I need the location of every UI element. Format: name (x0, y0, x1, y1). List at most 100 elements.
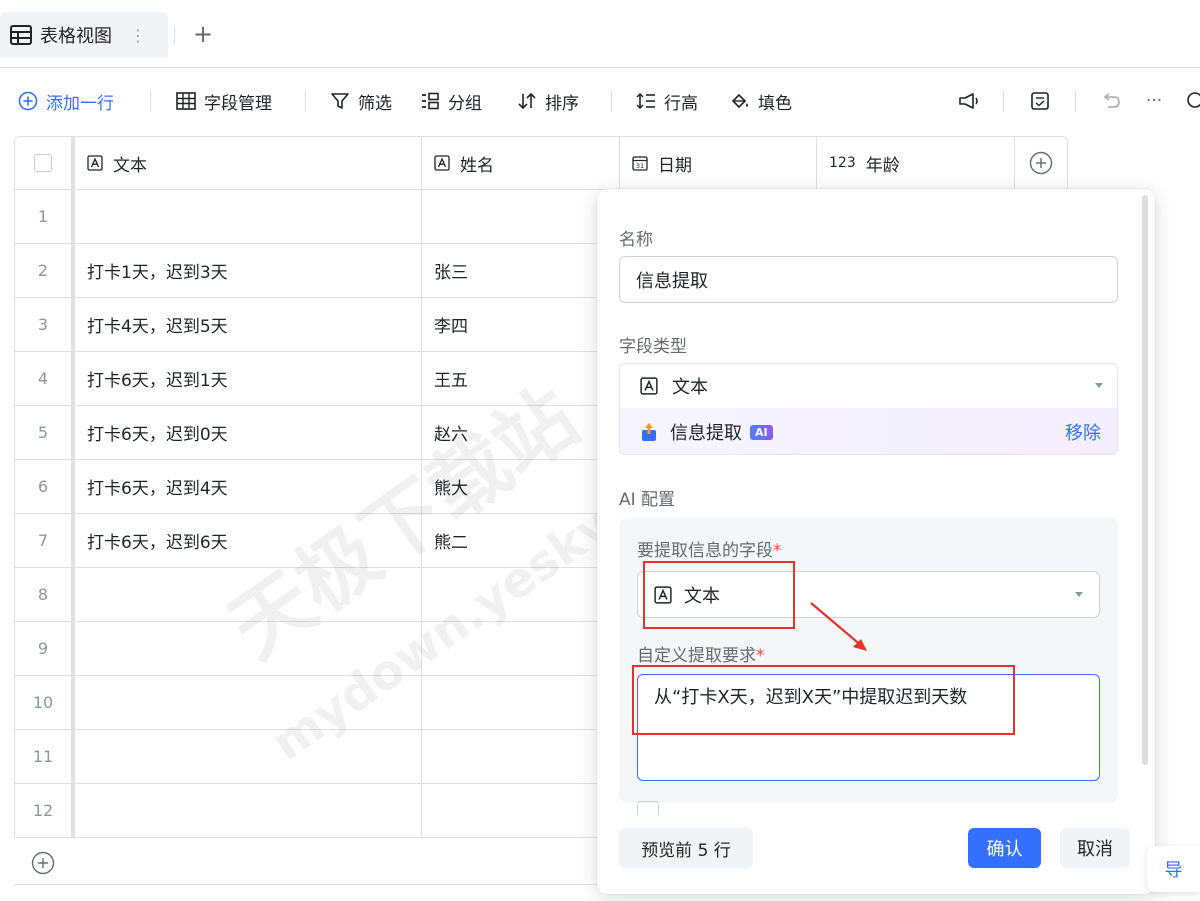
plus-circle-icon (31, 851, 55, 875)
column-header-date[interactable]: 31 日期 (620, 136, 817, 190)
cell-name[interactable]: 李四 (422, 298, 620, 351)
column-header-name[interactable]: 姓名 (422, 136, 620, 190)
row-number: 3 (14, 298, 72, 351)
cell-name[interactable]: 熊二 (422, 514, 620, 567)
form-button[interactable] (1030, 88, 1050, 114)
cell-name[interactable] (422, 190, 620, 243)
column-label: 文本 (113, 155, 147, 176)
field-type-value: 文本 (672, 377, 708, 398)
source-field-label-text: 要提取信息的字段 (637, 541, 773, 561)
add-column-header (1015, 136, 1068, 190)
cell-text[interactable]: 打卡4天，迟到5天 (72, 298, 422, 351)
cell-name[interactable] (422, 784, 620, 837)
add-view-button[interactable]: + (193, 20, 213, 48)
remove-button[interactable]: 移除 (1065, 419, 1101, 445)
cell-text[interactable] (72, 730, 422, 783)
group-icon (420, 92, 440, 110)
chevron-down-icon (1095, 383, 1103, 388)
requirement-label-text: 自定义提取要求 (637, 646, 756, 666)
cancel-button[interactable]: 取消 (1060, 828, 1130, 868)
divider (611, 90, 612, 112)
field-name-input[interactable]: 信息提取 (619, 256, 1118, 303)
scrollbar[interactable] (1142, 195, 1148, 765)
requirement-label: 自定义提取要求* (637, 641, 765, 666)
sort-button[interactable]: 排序 (517, 88, 579, 114)
cell-name[interactable]: 赵六 (422, 406, 620, 459)
row-number: 1 (14, 190, 72, 243)
field-type-select[interactable]: 文本 (620, 364, 1117, 408)
cell-text[interactable] (72, 190, 422, 243)
view-more-icon[interactable]: ⋮ (130, 26, 146, 45)
search-button[interactable] (1186, 88, 1200, 114)
row-number: 11 (14, 730, 72, 783)
row-height-button[interactable]: 行高 (636, 88, 698, 114)
undo-button[interactable] (1100, 88, 1122, 114)
cell-text[interactable]: 打卡6天，迟到0天 (72, 406, 422, 459)
view-tab-bar: 表格视图 ⋮ + (0, 0, 1200, 68)
cell-name[interactable]: 张三 (422, 244, 620, 297)
cell-name[interactable] (422, 622, 620, 675)
cell-text[interactable] (72, 784, 422, 837)
column-label: 姓名 (460, 155, 494, 176)
row-number: 8 (14, 568, 72, 621)
undo-icon (1100, 92, 1122, 110)
add-row-label: 添加一行 (46, 93, 114, 114)
filter-button[interactable]: 筛选 (330, 88, 392, 114)
ai-config-label: AI 配置 (619, 490, 676, 510)
arrow-icon (810, 602, 867, 651)
cell-text[interactable] (72, 622, 422, 675)
divider (174, 26, 175, 44)
divider (597, 803, 1142, 804)
view-tab-grid[interactable]: 表格视图 ⋮ (0, 12, 168, 58)
add-column-button[interactable] (1029, 151, 1053, 175)
cell-text[interactable]: 打卡6天，迟到4天 (72, 460, 422, 513)
highlight-box-requirement (632, 665, 1015, 735)
megaphone-icon (958, 92, 980, 110)
cell-name[interactable] (422, 568, 620, 621)
select-all-checkbox[interactable] (34, 154, 52, 172)
cell-text[interactable]: 打卡6天，迟到6天 (72, 514, 422, 567)
announce-button[interactable] (958, 88, 980, 114)
cell-text[interactable]: 打卡6天，迟到1天 (72, 352, 422, 405)
chevron-down-icon (1075, 591, 1083, 597)
row-number: 10 (14, 676, 72, 729)
add-row-button[interactable]: 添加一行 (18, 88, 114, 114)
divider (1075, 90, 1076, 112)
group-button[interactable]: 分组 (420, 88, 482, 114)
svg-text:31: 31 (636, 162, 644, 170)
divider (150, 90, 151, 112)
fill-color-label: 填色 (758, 93, 792, 114)
column-header-age[interactable]: 123 年龄 (817, 136, 1015, 190)
text-field-icon (87, 155, 103, 171)
cell-name[interactable]: 王五 (422, 352, 620, 405)
search-icon (1186, 91, 1200, 111)
ai-extension-row: 信息提取 AI 移除 (620, 408, 1117, 454)
column-header-text[interactable]: 文本 (72, 136, 422, 190)
row-number: 4 (14, 352, 72, 405)
confirm-button[interactable]: 确认 (968, 828, 1041, 868)
ai-badge: AI (750, 424, 773, 440)
cell-text[interactable] (72, 676, 422, 729)
filter-icon (330, 92, 350, 110)
number-icon: 123 (829, 155, 856, 171)
row-number: 6 (14, 460, 72, 513)
ai-extension-label: 信息提取 (670, 423, 742, 444)
add-row-footer[interactable] (14, 838, 72, 888)
sort-icon (517, 92, 537, 110)
side-help-button[interactable]: 导 (1147, 846, 1200, 892)
fill-color-button[interactable]: 填色 (730, 88, 792, 114)
row-number: 2 (14, 244, 72, 297)
cell-text[interactable]: 打卡1天，迟到3天 (72, 244, 422, 297)
field-manage-button[interactable]: 字段管理 (176, 88, 272, 114)
cell-name[interactable] (422, 730, 620, 783)
more-button[interactable]: ··· (1146, 88, 1162, 114)
plus-circle-icon (18, 91, 38, 111)
field-type-label: 字段类型 (619, 337, 687, 357)
toolbar: 添加一行 字段管理 筛选 分组 排序 行高 填色 ··· (0, 80, 1200, 122)
cell-text[interactable] (72, 568, 422, 621)
cell-name[interactable] (422, 676, 620, 729)
column-label: 年龄 (865, 155, 900, 176)
cell-name[interactable]: 熊大 (422, 460, 620, 513)
row-height-icon (636, 92, 656, 110)
preview-button[interactable]: 预览前 5 行 (619, 828, 753, 868)
